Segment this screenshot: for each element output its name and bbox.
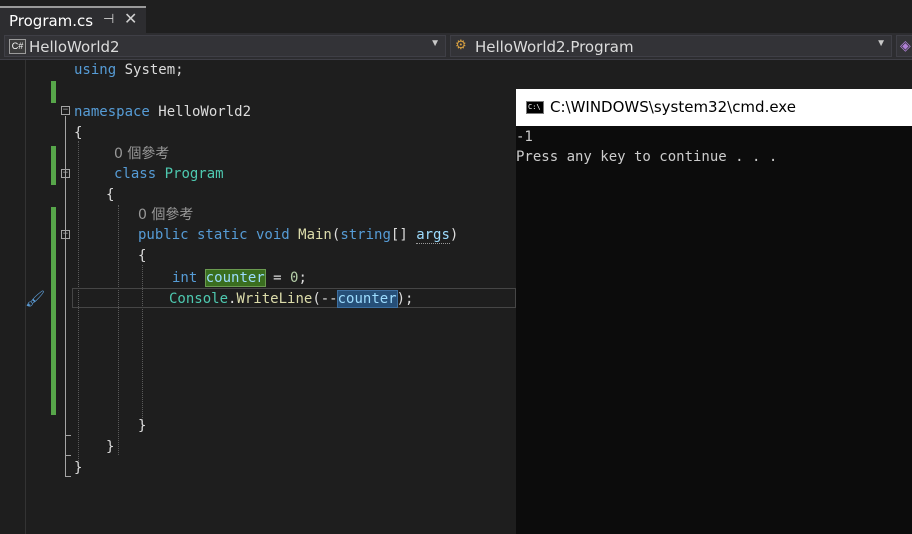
assign-operator: = bbox=[264, 270, 291, 286]
args-parameter: args bbox=[416, 227, 450, 244]
string-keyword: string bbox=[340, 227, 391, 243]
console-title: C:\WINDOWS\system32\cmd.exe bbox=[550, 98, 796, 116]
using-namespace: System; bbox=[116, 62, 184, 78]
class-dropdown[interactable]: ⚙ HelloWorld2.Program ▼ bbox=[450, 35, 892, 57]
paintbrush-icon[interactable]: 🖌 bbox=[25, 289, 45, 309]
tab-title: Program.cs bbox=[9, 12, 94, 30]
change-bar bbox=[51, 207, 56, 415]
code-line-using[interactable]: using System; bbox=[74, 60, 184, 80]
code-line-brace[interactable]: { bbox=[106, 185, 114, 205]
project-dropdown[interactable]: C# HelloWorld2 ▼ bbox=[4, 35, 446, 57]
cmd-icon: C:\ bbox=[526, 101, 544, 114]
brace: { bbox=[74, 125, 83, 141]
code-line-brace[interactable]: { bbox=[74, 123, 82, 143]
console-window[interactable]: C:\ C:\WINDOWS\system32\cmd.exe -1 Press… bbox=[516, 89, 912, 534]
brace: { bbox=[138, 248, 147, 264]
navigation-bar: C# HelloWorld2 ▼ ⚙ HelloWorld2.Program ▼… bbox=[0, 33, 912, 60]
chevron-down-icon[interactable]: ▼ bbox=[430, 38, 440, 49]
console-class: Console bbox=[169, 291, 229, 307]
brace: } bbox=[106, 439, 115, 455]
document-tab-strip: Program.cs ⊣ ✕ bbox=[0, 0, 912, 33]
namespace-keyword: namespace bbox=[74, 104, 150, 120]
fold-end bbox=[65, 435, 71, 436]
code-line-brace[interactable]: { bbox=[138, 246, 146, 266]
code-line-declaration[interactable]: int counter = 0; bbox=[172, 268, 307, 288]
namespace-name: HelloWorld2 bbox=[149, 104, 252, 120]
class-keyword: class bbox=[114, 166, 157, 182]
class-dropdown-value: HelloWorld2.Program bbox=[475, 38, 634, 56]
fold-end bbox=[65, 455, 71, 456]
decrement-open: (-- bbox=[312, 291, 338, 307]
change-bar bbox=[51, 146, 56, 185]
code-line-writeline[interactable]: Console.WriteLine(--counter); bbox=[169, 289, 413, 309]
method-name: Main bbox=[289, 227, 332, 243]
console-titlebar[interactable]: C:\ C:\WINDOWS\system32\cmd.exe bbox=[516, 89, 912, 126]
brace: } bbox=[74, 460, 83, 476]
counter-variable-highlighted[interactable]: counter bbox=[204, 269, 266, 287]
int-keyword: int bbox=[172, 270, 198, 286]
pin-icon[interactable]: ⊣ bbox=[103, 11, 114, 27]
indicator-margin bbox=[0, 60, 25, 534]
tab-program-cs[interactable]: Program.cs ⊣ ✕ bbox=[0, 6, 146, 33]
codelens-references[interactable]: 0 個參考 bbox=[114, 144, 169, 164]
brace: } bbox=[138, 418, 147, 434]
project-dropdown-value: HelloWorld2 bbox=[29, 38, 120, 56]
code-line-namespace[interactable]: namespace HelloWorld2 bbox=[74, 102, 251, 122]
code-line-main[interactable]: public static void Main(string[] args) bbox=[138, 225, 458, 245]
code-line-class[interactable]: class Program bbox=[114, 164, 224, 184]
fold-end bbox=[65, 476, 71, 477]
class-name: Program bbox=[156, 166, 224, 182]
cube-icon: ◈ bbox=[900, 37, 911, 53]
console-output-line: Press any key to continue . . . bbox=[516, 149, 778, 165]
change-bar bbox=[51, 81, 56, 103]
code-line-brace[interactable]: } bbox=[138, 416, 146, 436]
writeline-method: WriteLine bbox=[236, 291, 313, 307]
chevron-down-icon[interactable]: ▼ bbox=[876, 38, 886, 49]
console-output-line: -1 bbox=[516, 129, 533, 145]
class-icon: ⚙ bbox=[455, 37, 467, 52]
close-call: ); bbox=[396, 291, 414, 307]
collapse-class-icon[interactable]: − bbox=[61, 169, 70, 178]
brace: { bbox=[106, 187, 115, 203]
close-icon[interactable]: ✕ bbox=[124, 9, 137, 29]
paren: ) bbox=[449, 227, 459, 243]
csharp-project-icon: C# bbox=[9, 39, 26, 54]
member-dropdown[interactable]: ◈ bbox=[896, 35, 912, 57]
collapse-namespace-icon[interactable]: − bbox=[61, 106, 70, 115]
codelens-references[interactable]: 0 個參考 bbox=[138, 205, 193, 225]
code-line-brace[interactable]: } bbox=[74, 458, 82, 478]
code-line-brace[interactable]: } bbox=[106, 437, 114, 457]
indent-guide bbox=[118, 205, 119, 455]
collapse-method-icon[interactable]: − bbox=[61, 230, 70, 239]
array-brackets: [] bbox=[390, 227, 417, 243]
semicolon: ; bbox=[298, 270, 307, 286]
modifiers: public static void bbox=[138, 227, 290, 243]
using-keyword: using bbox=[74, 62, 117, 78]
counter-reference-highlighted[interactable]: counter bbox=[336, 290, 398, 308]
